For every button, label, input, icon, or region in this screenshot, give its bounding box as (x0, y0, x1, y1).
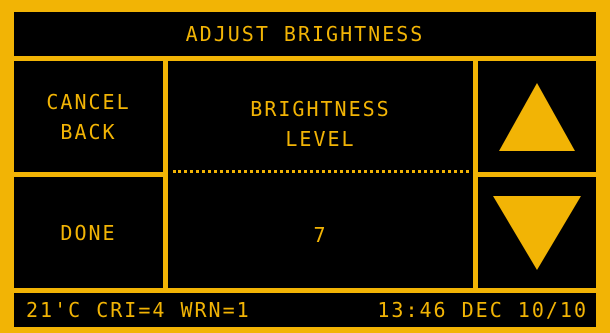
dotted-divider (172, 170, 469, 173)
status-datetime: 13:46 DEC 10/10 (377, 298, 588, 322)
status-readings: 21'C CRI=4 WRN=1 (26, 298, 251, 322)
cancel-back-button[interactable]: CANCEL BACK (14, 61, 163, 172)
screen-title: ADJUST BRIGHTNESS (14, 12, 596, 56)
brightness-label-line1: BRIGHTNESS (250, 97, 391, 121)
triangle-up-icon (499, 82, 575, 151)
brightness-screen: ADJUST BRIGHTNESS CANCEL BACK DONE BRIGH… (0, 0, 610, 333)
brightness-panel: BRIGHTNESS LEVEL 7 (168, 61, 473, 288)
cancel-label: CANCEL (46, 89, 131, 114)
decrease-brightness-button[interactable] (478, 177, 596, 288)
back-label: BACK (60, 119, 117, 144)
status-bar: 21'C CRI=4 WRN=1 13:46 DEC 10/10 (14, 293, 596, 327)
screen-title-text: ADJUST BRIGHTNESS (185, 22, 425, 46)
brightness-label-line2: LEVEL (285, 127, 356, 151)
triangle-down-icon (493, 195, 581, 270)
done-button[interactable]: DONE (14, 177, 163, 288)
brightness-value: 7 (313, 223, 328, 247)
increase-brightness-button[interactable] (478, 61, 596, 172)
brightness-level-label: BRIGHTNESS LEVEL (250, 94, 390, 154)
done-label: DONE (60, 220, 117, 245)
